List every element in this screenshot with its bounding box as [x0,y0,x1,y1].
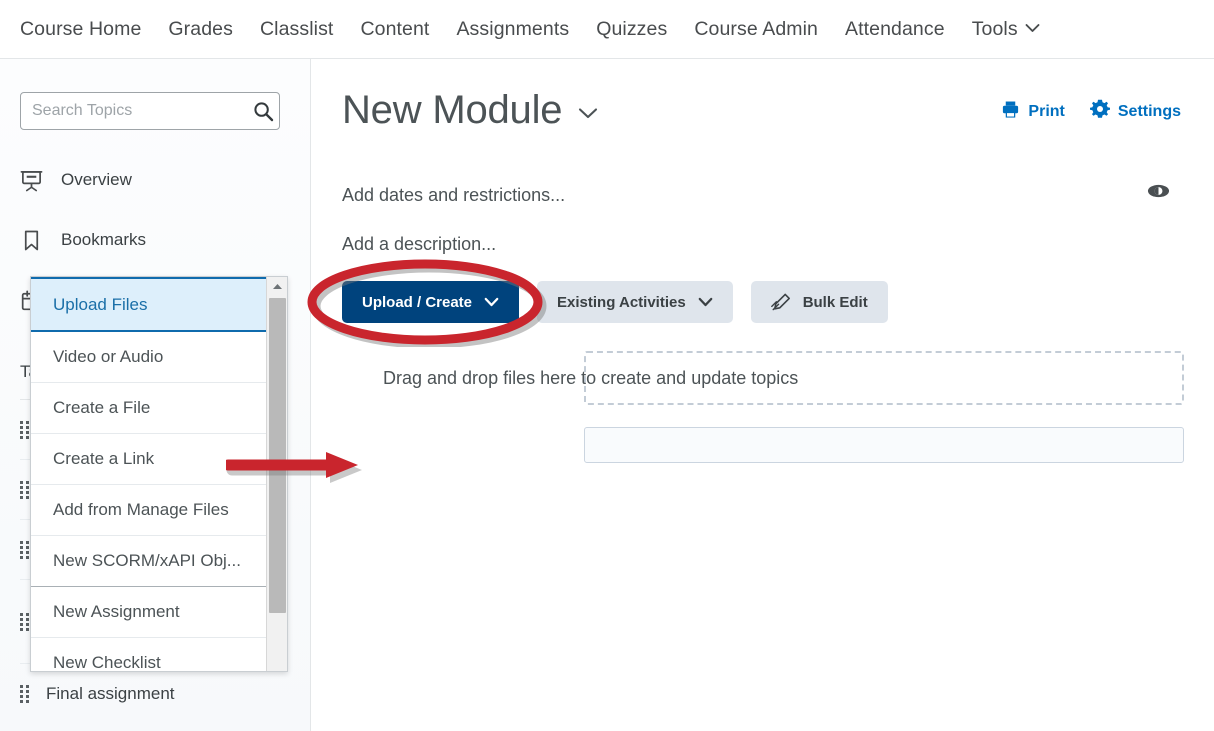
dropdown-item-new-scorm-xapi-object[interactable]: New SCORM/xAPI Obj... [31,536,267,587]
dropdown-item-add-from-manage-files[interactable]: Add from Manage Files [31,485,267,536]
dropdown-item-new-checklist[interactable]: New Checklist [31,638,267,671]
nav-item-assignments[interactable]: Assignments [456,18,569,41]
nav-item-course-admin[interactable]: Course Admin [694,18,818,41]
module-label: Final assignment [46,684,175,703]
printer-icon [1001,100,1020,124]
dropdown-scrollbar[interactable] [266,277,287,671]
upload-create-dropdown-menu: Upload Files Video or Audio Create a Fil… [30,276,288,672]
nav-item-classlist[interactable]: Classlist [260,18,334,41]
dropdown-item-new-assignment[interactable]: New Assignment [31,587,267,638]
main-content-area: New Module Print Settings Add dates and … [312,59,1214,731]
sidebar-item-bookmarks[interactable]: Bookmarks [20,226,310,254]
top-navigation-bar: Course Home Grades Classlist Content Ass… [0,0,1214,59]
chevron-down-icon[interactable] [577,106,599,125]
bulk-edit-label: Bulk Edit [802,293,868,311]
dropdown-item-video-or-audio[interactable]: Video or Audio [31,332,267,383]
gear-icon [1089,99,1110,124]
chevron-down-icon [484,297,499,307]
existing-activities-button[interactable]: Existing Activities [537,281,733,323]
dropdown-item-list: Upload Files Video or Audio Create a Fil… [31,277,267,671]
nav-item-tools-label: Tools [971,17,1018,40]
upload-create-label: Upload / Create [362,293,473,311]
eye-icon[interactable] [1147,183,1170,204]
search-topics-field[interactable] [20,92,280,130]
bulk-edit-button[interactable]: Bulk Edit [750,281,888,323]
content-action-buttons: Upload / Create Existing Activities Bulk… [342,281,888,323]
sidebar-item-overview-label: Overview [61,170,132,189]
topic-placeholder-box [584,427,1184,463]
page-title: New Module [342,88,563,132]
drag-handle-icon[interactable] [20,685,31,703]
chevron-down-icon [1025,23,1040,33]
print-label: Print [1028,102,1065,120]
search-input[interactable] [21,102,247,120]
print-button[interactable]: Print [1001,100,1065,124]
sidebar-module-final-assignment[interactable]: Final assignment [20,664,280,724]
settings-label: Settings [1117,102,1181,120]
pencil-icon [770,293,792,312]
header-actions: Print Settings [1001,99,1181,124]
nav-item-quizzes[interactable]: Quizzes [596,18,667,41]
nav-item-attendance[interactable]: Attendance [845,18,945,41]
nav-item-grades[interactable]: Grades [168,18,233,41]
dropdown-scrollbar-thumb[interactable] [269,298,286,613]
file-dropzone[interactable]: Drag and drop files here to create and u… [383,351,1184,405]
dropdown-item-create-a-link[interactable]: Create a Link [31,434,267,485]
description-row: Add a description... [342,234,496,255]
nav-item-content[interactable]: Content [360,18,429,41]
settings-button[interactable]: Settings [1089,99,1181,124]
nav-item-course-home[interactable]: Course Home [20,18,141,41]
add-description-link[interactable]: Add a description... [342,234,496,255]
chevron-down-icon [698,297,713,307]
caret-up-icon[interactable] [267,277,287,296]
dropdown-item-create-a-file[interactable]: Create a File [31,383,267,434]
dropzone-text: Drag and drop files here to create and u… [383,367,799,388]
existing-activities-label: Existing Activities [557,293,686,311]
presentation-icon [20,169,48,192]
sidebar-item-overview[interactable]: Overview [20,166,310,194]
search-icon[interactable] [247,93,279,129]
nav-item-tools[interactable]: Tools [972,18,1040,41]
sidebar-item-bookmarks-label: Bookmarks [61,230,147,249]
add-dates-restrictions-link[interactable]: Add dates and restrictions... [342,185,565,206]
bookmark-icon [20,229,48,252]
upload-create-button[interactable]: Upload / Create [342,281,520,323]
dropdown-item-upload-files[interactable]: Upload Files [31,277,267,332]
dates-restrictions-row: Add dates and restrictions... [342,183,1184,206]
